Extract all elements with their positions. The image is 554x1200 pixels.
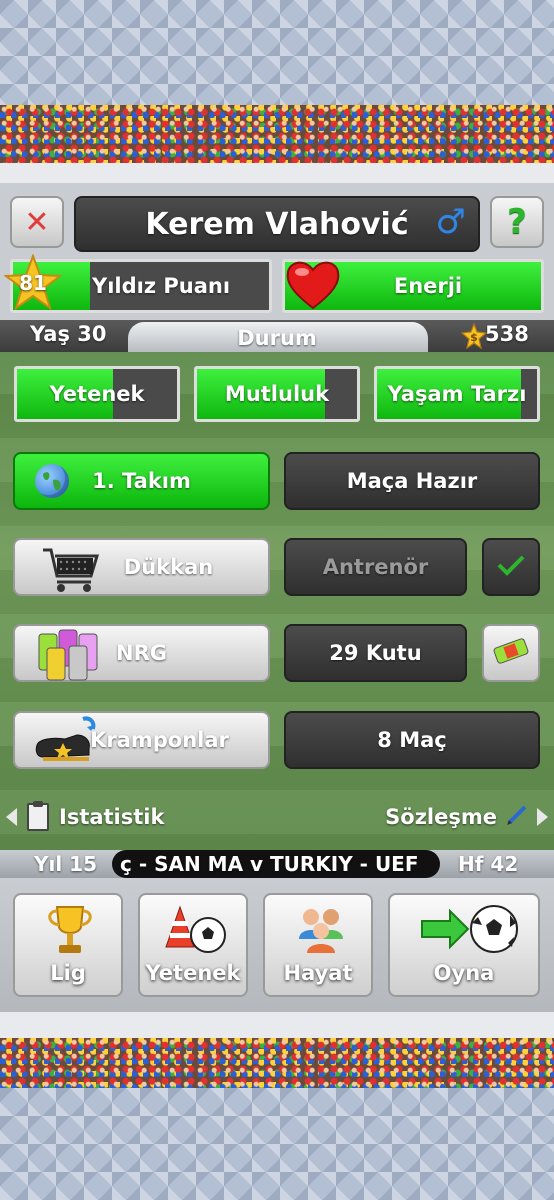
coach-label: Antrenör: [322, 555, 429, 579]
attribute-label: Mutluluk: [224, 382, 330, 406]
boots-matches-text: 8 Maç: [377, 728, 447, 752]
clipboard-icon: [27, 801, 49, 831]
pitch-border-bottom: [0, 1012, 554, 1038]
pen-icon: [505, 803, 529, 831]
ticker-news-box: ç - SAN MA v TURKIY - UEF: [112, 850, 440, 878]
skill-label: Yetenek: [145, 961, 241, 985]
energy-can-icon: [491, 636, 531, 671]
team-status-text: Maça Hazır: [346, 469, 478, 493]
coach-box[interactable]: Antrenör: [284, 538, 467, 596]
league-button[interactable]: Lig: [13, 893, 123, 997]
people-icon: [293, 903, 349, 961]
life-label: Hayat: [283, 961, 353, 985]
player-name-box: Kerem Vlahović ♂: [74, 196, 480, 252]
gender-male-icon: ♂: [435, 202, 466, 242]
money-value: 538: [485, 322, 529, 346]
stadium-bottom-tiles: [0, 1088, 554, 1200]
contract-label: Sözleşme: [385, 805, 497, 829]
team-status-box: Maça Hazır: [284, 452, 540, 510]
globe-icon: [35, 464, 69, 498]
statistics-label: Istatistik: [59, 805, 165, 829]
ticker-year: Yıl 15: [34, 852, 97, 876]
stadium-top-tiles: [0, 0, 554, 105]
nrg-count-box: 29 Kutu: [284, 624, 467, 682]
nav-right[interactable]: Sözleşme: [385, 800, 548, 834]
use-nrg-button[interactable]: [482, 624, 540, 682]
attribute-label: Yaşam Tarzı: [387, 382, 527, 406]
nav-left[interactable]: Istatistik: [6, 800, 164, 834]
play-arrow-ball-icon: [420, 903, 520, 959]
attribute-bar-lifestyle[interactable]: Yaşam Tarzı: [374, 366, 540, 422]
shopping-cart-icon: [41, 546, 101, 599]
main-panel: [0, 350, 554, 850]
coach-checkbox[interactable]: [482, 538, 540, 596]
attribute-bar-skill[interactable]: Yetenek: [14, 366, 180, 422]
team-button[interactable]: 1. Takım: [13, 452, 270, 510]
play-button[interactable]: Oyna: [388, 893, 540, 997]
nrg-label: NRG: [116, 641, 167, 665]
attribute-bar-happiness[interactable]: Mutluluk: [194, 366, 360, 422]
energy-cans-icon: [33, 626, 103, 687]
pitch-border-top: [0, 163, 554, 183]
star-points-value: 81: [19, 271, 47, 295]
heart-icon: [284, 258, 342, 312]
attribute-label: Yetenek: [49, 382, 145, 406]
team-label: 1. Takım: [92, 469, 191, 493]
close-button[interactable]: ✕: [10, 196, 64, 248]
nrg-button[interactable]: NRG: [13, 624, 270, 682]
checkmark-icon: [496, 553, 526, 582]
trophy-icon: [45, 903, 95, 961]
boots-button[interactable]: Kramponlar: [13, 711, 270, 769]
stadium-top-crowd: [0, 105, 554, 163]
football-boot-icon: [33, 715, 103, 772]
shop-button[interactable]: Dükkan: [13, 538, 270, 596]
skill-button[interactable]: Yetenek: [138, 893, 248, 997]
arrow-right-icon: [537, 808, 548, 826]
money-icon: $: [460, 322, 488, 350]
arrow-left-icon: [6, 808, 17, 826]
help-button[interactable]: ?: [490, 196, 544, 248]
help-icon: ?: [507, 202, 527, 242]
svg-text:$: $: [470, 331, 478, 344]
life-button[interactable]: Hayat: [263, 893, 373, 997]
nrg-count-text: 29 Kutu: [329, 641, 422, 665]
close-icon: ✕: [24, 204, 50, 240]
league-label: Lig: [50, 961, 86, 985]
play-label: Oyna: [433, 961, 495, 985]
boots-matches-box: 8 Maç: [284, 711, 540, 769]
star-icon: 81: [3, 253, 63, 312]
player-name: Kerem Vlahović: [145, 206, 409, 242]
ticker-news-text: ç - SAN MA v TURKIY - UEF: [120, 852, 419, 876]
ticker-week: Hf 42: [458, 852, 519, 876]
stadium-bottom-crowd: [0, 1038, 554, 1088]
training-cone-ball-icon: [164, 905, 228, 959]
